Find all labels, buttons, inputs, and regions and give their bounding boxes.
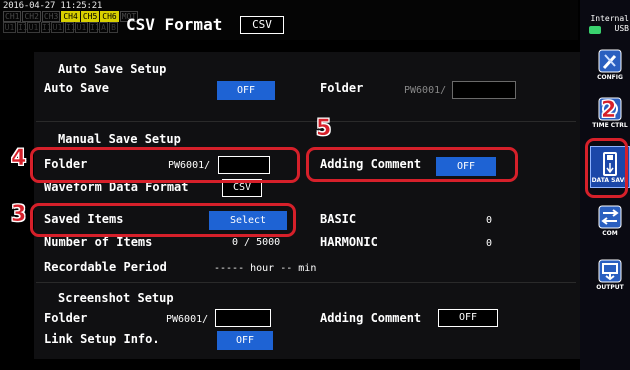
number-of-items-label: Number of Items bbox=[44, 235, 153, 249]
recordable-period-value: ----- hour -- min bbox=[214, 263, 317, 274]
channel-indicator: CH3 bbox=[41, 11, 61, 22]
status-header: 2016-04-27 11:25:21 CH1 CH2 CH3 CH4 CH5 … bbox=[0, 0, 578, 40]
section-title-screenshot: Screenshot Setup bbox=[58, 291, 174, 305]
channel-indicator: CH2 bbox=[22, 11, 41, 22]
callout-number-5: 5 bbox=[316, 116, 332, 142]
rail-label: CONFIG bbox=[597, 74, 623, 81]
callout-adding-comment-outline bbox=[306, 147, 518, 182]
rail-button-output[interactable]: OUTPUT bbox=[590, 254, 630, 294]
range-indicators: U1 I1 U1 I1 U1 I1 U1 I1 A B bbox=[3, 22, 118, 33]
recordable-period-label: Recordable Period bbox=[44, 260, 167, 274]
callout-number-3: 3 bbox=[11, 202, 27, 228]
link-setup-info-toggle[interactable]: OFF bbox=[217, 331, 273, 350]
callout-number-2: 2 bbox=[601, 98, 617, 124]
screenshot-folder-path: PW6001/ bbox=[166, 314, 209, 325]
instrument-screen: 2016-04-27 11:25:21 CH1 CH2 CH3 CH4 CH5 … bbox=[0, 0, 630, 370]
basic-count: 0 bbox=[486, 215, 493, 226]
callout-folder-outline bbox=[30, 147, 300, 183]
channel-indicator: CH1 bbox=[3, 11, 22, 22]
channel-indicator-active: CH4 bbox=[61, 11, 80, 22]
callout-saved-items-outline bbox=[30, 203, 296, 237]
screenshot-folder-label: Folder bbox=[44, 311, 88, 325]
harmonic-count: 0 bbox=[486, 238, 493, 249]
usb-connected-icon bbox=[589, 26, 601, 34]
rail-label: COM bbox=[602, 230, 618, 237]
basic-label: BASIC bbox=[320, 212, 357, 226]
range-indicator: I1 bbox=[89, 22, 100, 33]
section-divider bbox=[36, 282, 576, 283]
callout-number-4: 4 bbox=[11, 146, 27, 172]
harmonic-label: HARMONIC bbox=[320, 235, 378, 249]
section-divider bbox=[36, 121, 576, 122]
page-title: CSV Format bbox=[126, 15, 223, 34]
range-indicator: U1 bbox=[75, 22, 88, 33]
screenshot-adding-comment-toggle[interactable]: OFF bbox=[438, 309, 498, 327]
link-setup-info-label: Link Setup Info. bbox=[44, 332, 160, 346]
range-indicator: U1 bbox=[27, 22, 40, 33]
range-indicator: B bbox=[109, 22, 118, 33]
auto-save-folder-field[interactable] bbox=[452, 81, 516, 99]
section-title-auto-save: Auto Save Setup bbox=[58, 62, 167, 76]
range-indicator: I1 bbox=[17, 22, 28, 33]
channel-indicator-active: CH5 bbox=[80, 11, 100, 22]
callout-data-save-outline bbox=[585, 138, 628, 198]
range-indicator: I1 bbox=[41, 22, 52, 33]
number-of-items-value: 0 / 5000 bbox=[232, 237, 281, 248]
channel-indicators: CH1 CH2 CH3 CH4 CH5 CH6 MOT bbox=[3, 11, 139, 22]
bidirectional-arrows-icon bbox=[598, 205, 622, 229]
range-indicator: I1 bbox=[65, 22, 76, 33]
screenshot-folder-field[interactable] bbox=[215, 309, 271, 327]
channel-indicator-active: CH6 bbox=[100, 11, 119, 22]
section-title-manual-save: Manual Save Setup bbox=[58, 132, 181, 146]
screenshot-adding-comment-label: Adding Comment bbox=[320, 311, 422, 325]
auto-save-label: Auto Save bbox=[44, 81, 110, 95]
output-icon bbox=[598, 259, 622, 283]
auto-save-folder-path: PW6001/ bbox=[404, 85, 447, 96]
rail-label: OUTPUT bbox=[596, 284, 624, 291]
range-indicator: A bbox=[99, 22, 108, 33]
format-value-box: CSV bbox=[240, 16, 284, 34]
auto-save-toggle[interactable]: OFF bbox=[217, 81, 275, 100]
range-indicator: U1 bbox=[3, 22, 16, 33]
wrench-screwdriver-icon bbox=[598, 49, 622, 73]
media-internal-label: Internal bbox=[590, 14, 629, 23]
datetime-readout: 2016-04-27 11:25:21 bbox=[3, 1, 103, 11]
range-indicator: U1 bbox=[51, 22, 64, 33]
rail-button-com[interactable]: COM bbox=[590, 200, 630, 240]
rail-label: TIME CTRL bbox=[592, 122, 628, 129]
rail-button-config[interactable]: CONFIG bbox=[590, 44, 630, 84]
media-status: Internal USB bbox=[583, 14, 629, 34]
auto-save-folder-label: Folder bbox=[320, 81, 364, 95]
